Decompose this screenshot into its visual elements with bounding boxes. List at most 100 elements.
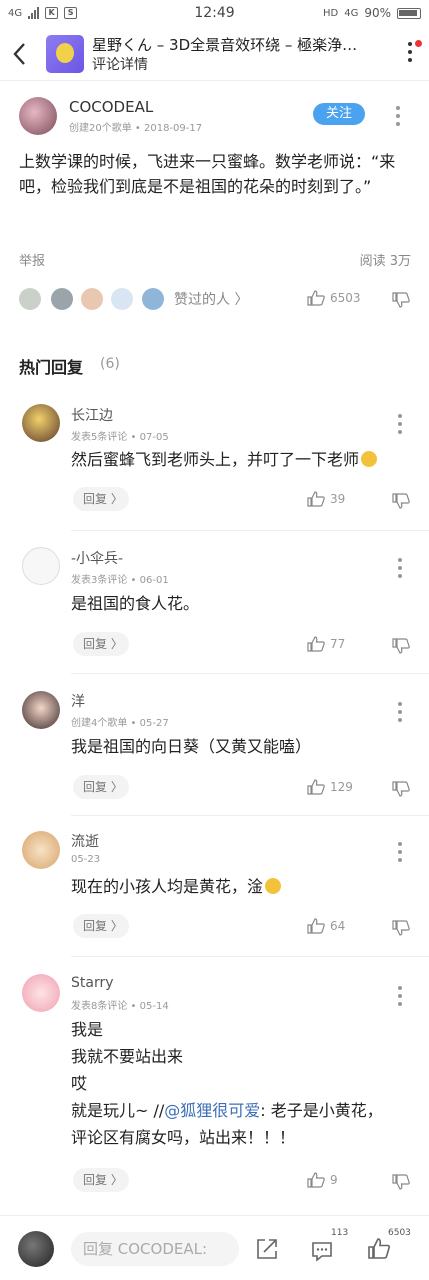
like-count: 77 [330,637,346,651]
reply-avatar[interactable] [22,547,60,585]
like-button[interactable]: 129 [307,779,353,795]
reply-more-button[interactable] [397,842,403,862]
reply-more-button[interactable] [397,702,403,722]
follow-button[interactable]: 关注 [313,103,365,125]
liker-avatar[interactable] [142,288,164,310]
reply-line: 评论区有腐女吗，站出来！！！ [71,1128,296,1147]
reply-text: 然后蜜蜂飞到老师头上，并叮了一下老师 [71,447,411,473]
song-title[interactable]: 星野くん – 3D全景音效环绕 – 極楽浄… [92,34,362,55]
comment-more-button[interactable] [395,106,401,126]
reply-text: 我是 我就不要站出来 哎 就是玩儿~ //@狐狸很可爱: 老子是小黄花， 评论区… [71,1016,411,1151]
hot-replies-title: 热门回复 [19,358,84,377]
smile-emoji-icon [361,451,378,467]
hot-replies-count: (6) [100,356,120,372]
reply-divider [71,815,429,816]
liker-avatar[interactable] [81,288,103,310]
thumbs-down-icon[interactable] [392,493,410,509]
more-vertical-icon [397,414,403,434]
reply-author[interactable]: 长江边 [71,405,113,425]
like-button[interactable]: 9 [307,1172,338,1188]
like-count: 6503 [330,291,361,305]
thumbs-down-icon[interactable] [392,1174,410,1190]
reply-meta: 发表5条评论 • 07-05 [71,432,169,443]
top-bar: 星野くん – 3D全景音效环绕 – 極楽浄… 评论详情 [0,28,429,80]
more-vertical-icon [405,42,415,62]
comment-icon[interactable] [310,1239,334,1263]
reply-button[interactable]: 回复 〉 [73,914,129,938]
liker-avatar[interactable] [111,288,133,310]
reply-avatar[interactable] [22,404,60,442]
reply-divider [71,956,429,957]
thumbs-down-icon[interactable] [392,781,410,797]
avatar[interactable] [18,1231,54,1267]
reply-author[interactable]: 洋 [71,691,85,711]
reply-avatar[interactable] [22,974,60,1012]
reply-button[interactable]: 回复 〉 [73,487,129,511]
note-icon [56,43,74,63]
share-icon[interactable] [255,1237,279,1261]
reply-button[interactable]: 回复 〉 [73,632,129,656]
page-title: 评论详情 [92,57,148,73]
back-button[interactable] [10,40,34,68]
like-count: 64 [330,919,346,933]
thumbs-up-icon [307,636,325,652]
liker-avatar[interactable] [19,288,41,310]
avatar[interactable] [19,97,57,135]
likers-link[interactable]: 赞过的人 〉 [174,289,248,309]
reply-avatar[interactable] [22,691,60,729]
like-button[interactable]: 77 [307,636,345,652]
author-meta: 创建20个歌单 • 2018-09-17 [69,123,203,134]
reply-more-button[interactable] [397,414,403,434]
reply-more-button[interactable] [397,558,403,578]
reply-line-prefix: 就是玩儿~ // [71,1101,165,1120]
reply-avatar[interactable] [22,831,60,869]
author-name[interactable]: COCODEAL [69,98,153,116]
reply-author[interactable]: -小伞兵- [71,548,123,568]
thumbs-up-icon [307,290,325,306]
reply-button[interactable]: 回复 〉 [73,1168,129,1192]
more-vertical-icon [397,558,403,578]
reply-more-button[interactable] [397,986,403,1006]
reply-line: 然后蜜蜂飞到老师头上，并叮了一下老师 [71,450,360,469]
reply-line: 哎 [71,1074,88,1093]
reply-line: 现在的小孩人均是黄花，淦 [71,877,264,896]
reply-text: 现在的小孩人均是黄花，淦 [71,874,411,900]
reply-author[interactable]: Starry [71,975,114,991]
reply-button[interactable]: 回复 〉 [73,775,129,799]
like-count: 9 [330,1173,338,1187]
like-button[interactable]: 39 [307,491,345,507]
comment-count: 113 [331,1228,349,1238]
reply-line-suffix: : 老子是小黄花， [260,1101,383,1120]
reply-text: 是祖国的食人花。 [71,594,200,613]
thumbs-up-icon [307,491,325,507]
more-vertical-icon [397,702,403,722]
thumbs-up-icon[interactable] [367,1237,391,1261]
more-menu-button[interactable] [405,40,422,66]
thumbs-down-icon[interactable] [392,920,410,936]
song-cover[interactable] [46,35,84,73]
liker-avatar[interactable] [51,288,73,310]
thumbs-up-icon [307,918,325,934]
user-mention-link[interactable]: @狐狸很可爱 [164,1101,260,1120]
reply-line: 就是玩儿~ //@狐狸很可爱: 老子是小黄花， [71,1097,411,1124]
like-button[interactable]: 64 [307,918,345,934]
reply-input[interactable]: 回复 COCODEAL: [71,1232,239,1266]
thumbs-down-icon[interactable] [392,638,410,654]
report-link[interactable]: 举报 [19,250,45,269]
like-count: 6503 [388,1228,411,1238]
battery-icon [397,7,421,19]
like-button[interactable]: 6503 [307,290,361,306]
comment-content: 上数学课的时候，飞进来一只蜜蜂。数学老师说：“来吧，检验我们到底是不是祖国的花朵… [19,152,396,196]
network-4g-label: 4G [344,7,359,19]
hug-emoji-icon [265,878,282,894]
more-vertical-icon [397,842,403,862]
battery-percent: 90% [364,6,391,20]
more-vertical-icon [395,106,401,126]
reply-text: 我是祖国的向日葵（又黄又能嗑） [71,737,312,756]
chevron-left-icon [13,43,25,65]
reply-author[interactable]: 流逝 [71,831,99,851]
reply-meta: 发表3条评论 • 06-01 [71,575,169,586]
thumbs-down-icon[interactable] [392,292,410,308]
bottom-reply-bar: 回复 COCODEAL: 113 6503 [0,1215,429,1280]
hd-label: HD [322,7,339,19]
